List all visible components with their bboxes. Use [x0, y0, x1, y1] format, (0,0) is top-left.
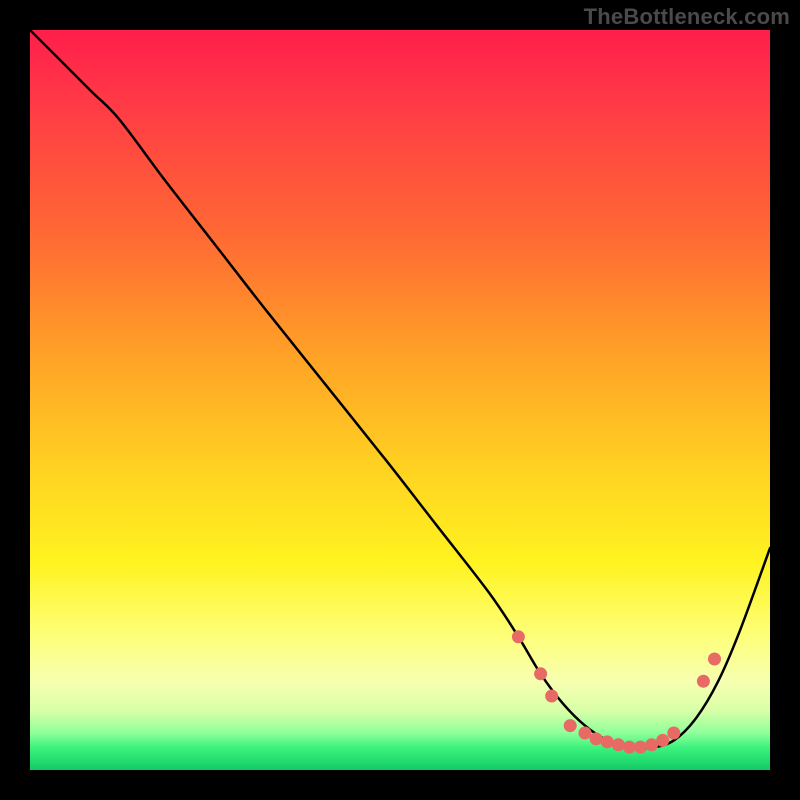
- curve-marker: [623, 741, 636, 754]
- curve-marker: [601, 735, 614, 748]
- curve-marker: [656, 734, 669, 747]
- curve-marker: [697, 675, 710, 688]
- curve-marker: [512, 630, 525, 643]
- chart-frame: TheBottleneck.com: [0, 0, 800, 800]
- curve-marker: [645, 738, 658, 751]
- curve-markers: [512, 630, 721, 753]
- curve-marker: [634, 741, 647, 754]
- curve-marker: [579, 727, 592, 740]
- curve-marker: [564, 719, 577, 732]
- curve-marker: [708, 653, 721, 666]
- curve-marker: [534, 667, 547, 680]
- curve-marker: [612, 738, 625, 751]
- curve-marker: [545, 690, 558, 703]
- plot-area: [30, 30, 770, 770]
- curve-marker: [667, 727, 680, 740]
- watermark-text: TheBottleneck.com: [584, 4, 790, 30]
- curve-svg: [30, 30, 770, 770]
- bottleneck-curve: [30, 30, 770, 749]
- curve-marker: [590, 732, 603, 745]
